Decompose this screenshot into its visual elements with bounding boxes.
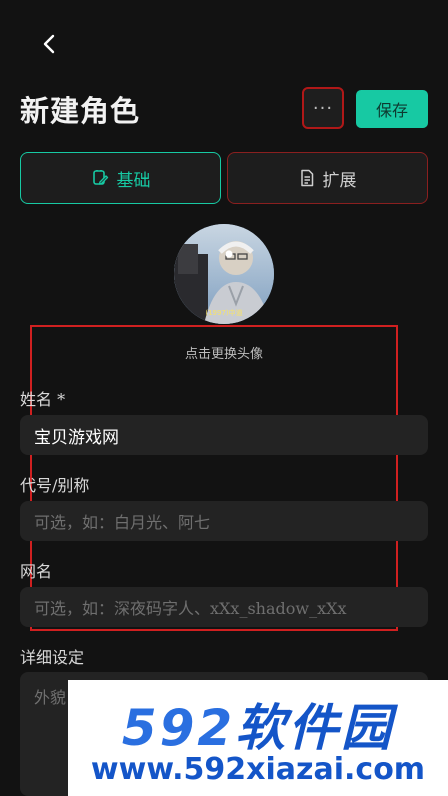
tab-basic[interactable]: 基础 (20, 152, 221, 204)
name-value: 宝贝游戏网 (34, 427, 119, 448)
name-field[interactable]: 宝贝游戏网 (20, 415, 428, 455)
tab-basic-label: 基础 (116, 170, 151, 191)
avatar-subtitle: (1997)中道 (205, 309, 243, 317)
more-dots-icon: ··· (312, 97, 334, 119)
chevron-left-icon (43, 34, 55, 54)
page-title: 新建角色 (20, 94, 141, 128)
watermark-brand-number: 592 (121, 699, 236, 757)
watermark-url: www.592xiazai.com (90, 752, 426, 787)
watermark-brand: 592软件园 (68, 688, 448, 760)
net-name-placeholder: 可选，如：深夜码字人、xXx_shadow_xXx (34, 599, 347, 618)
edit-note-icon (92, 170, 108, 185)
watermark-brand-text: 软件园 (235, 699, 395, 757)
save-button[interactable]: 保存 (356, 90, 428, 128)
name-label: 姓名 * (20, 390, 66, 409)
avatar[interactable]: (1997)中道 (174, 224, 274, 324)
details-label: 详细设定 (20, 648, 85, 667)
change-avatar-caption[interactable]: 点击更换头像 (0, 343, 448, 362)
more-options-button[interactable]: ··· (302, 87, 344, 129)
watermark-logo: 592软件园 www.592xiazai.com (68, 680, 448, 796)
alias-label: 代号/别称 (20, 476, 90, 495)
back-button[interactable] (34, 28, 66, 60)
document-icon (300, 169, 313, 187)
tab-extended-label: 扩展 (322, 170, 357, 191)
tab-extended[interactable]: 扩展 (227, 152, 428, 204)
alias-field[interactable]: 可选，如：白月光、阿七 (20, 501, 428, 541)
details-placeholder: 外貌 (34, 688, 67, 707)
net-name-label: 网名 (20, 562, 53, 581)
alias-placeholder: 可选，如：白月光、阿七 (34, 513, 211, 532)
net-name-field[interactable]: 可选，如：深夜码字人、xXx_shadow_xXx (20, 587, 428, 627)
